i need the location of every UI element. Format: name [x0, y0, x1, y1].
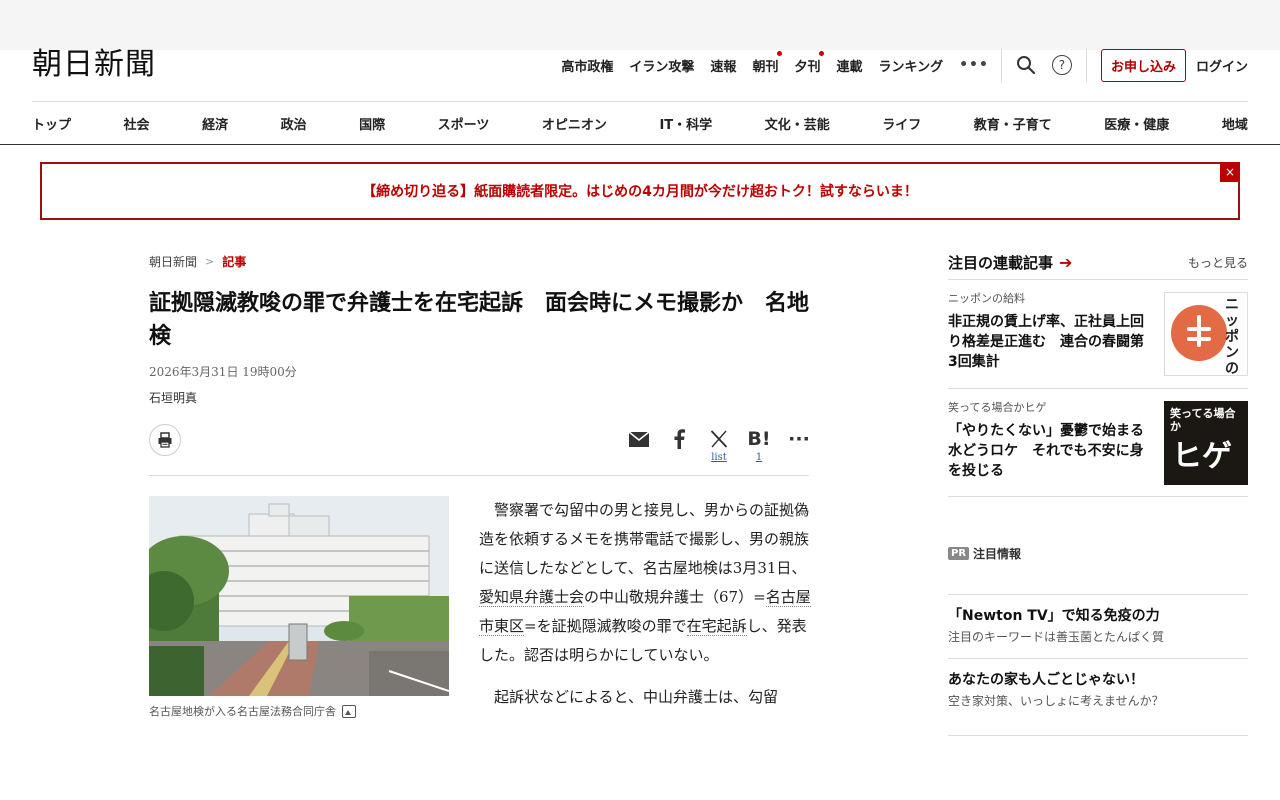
- hatena-bookmark-icon: B!: [747, 428, 771, 450]
- divider: [948, 735, 1248, 736]
- hatena-count[interactable]: 1: [756, 452, 762, 466]
- paragraph-text: =を証拠隠滅教唆の罪で: [524, 617, 687, 635]
- pr-item-title[interactable]: 「Newton TV」で知る免疫の力: [948, 606, 1248, 626]
- category-nav: トップ 社会 経済 政治 国際 スポーツ オピニオン IT・科学 文化・芸能 ラ…: [32, 102, 1248, 144]
- pr-item[interactable]: 「Newton TV」で知る免疫の力 注目のキーワードは善玉菌とたんぱく質: [948, 606, 1248, 645]
- divider: [948, 279, 1248, 280]
- series-item[interactable]: 笑ってる場合かヒゲ 「やりたくない」憂鬱で始まる水どうロケ それでも不安に身を投…: [948, 399, 1248, 489]
- mail-icon: [629, 426, 649, 452]
- nav-top[interactable]: トップ: [32, 114, 71, 133]
- more-icon: ···: [788, 428, 810, 450]
- breadcrumb-home[interactable]: 朝日新聞: [149, 253, 197, 270]
- series-title[interactable]: 非正規の賃上げ率、正社員上回り格差是正進む 連合の春闘第3回集計: [948, 312, 1153, 372]
- share-facebook[interactable]: [659, 426, 699, 466]
- login-link[interactable]: ログイン: [1196, 56, 1248, 75]
- toplink-ranking[interactable]: ランキング: [878, 56, 943, 75]
- toplink-morning-edition[interactable]: 朝刊: [752, 50, 783, 75]
- share-mail[interactable]: [619, 426, 659, 466]
- divider: [1000, 48, 1002, 82]
- series-item[interactable]: ニッポンの給料 非正規の賃上げ率、正社員上回り格差是正進む 連合の春闘第3回集計…: [948, 290, 1248, 380]
- subscribe-button[interactable]: お申し込み: [1100, 48, 1186, 82]
- keyword-link[interactable]: 愛知県弁護士会: [479, 588, 585, 607]
- search-icon[interactable]: [1014, 53, 1038, 77]
- article-body: 警察署で勾留中の男と接見し、男からの証拠偽造を依頼するメモを携帯電話で撮影し、男…: [479, 496, 812, 725]
- nav-education[interactable]: 教育・子育て: [974, 114, 1052, 133]
- pr-header: PR 注目情報: [948, 545, 1021, 562]
- nav-politics[interactable]: 政治: [281, 114, 307, 133]
- divider: [948, 658, 1248, 659]
- promo-banner-text[interactable]: 【締め切り迫る】紙面購読者限定。はじめの4カ月間が今だけ超おトク！試すならいま！: [362, 181, 918, 201]
- share-more[interactable]: ···: [779, 426, 819, 466]
- pr-item-subtitle[interactable]: 注目のキーワードは善玉菌とたんぱく質: [948, 628, 1248, 645]
- nav-culture[interactable]: 文化・芸能: [765, 114, 830, 133]
- pr-item-title[interactable]: あなたの家も人ごとじゃない！: [948, 670, 1248, 690]
- more-menu-icon[interactable]: •••: [959, 57, 989, 73]
- divider: [948, 594, 1248, 595]
- facebook-icon: [673, 426, 685, 452]
- featured-series-title[interactable]: 注目の連載記事 ➔: [948, 252, 1072, 273]
- promo-banner[interactable]: 【締め切り迫る】紙面購読者限定。はじめの4カ月間が今だけ超おトク！試すならいま！…: [40, 162, 1240, 220]
- divider: [948, 388, 1248, 389]
- series-title[interactable]: 「やりたくない」憂鬱で始まる水どうロケ それでも不安に身を投じる: [948, 421, 1153, 481]
- paragraph-text: 警察署で勾留中の男と接見し、男からの証拠偽造を依頼するメモを携帯電話で撮影し、男…: [479, 501, 810, 577]
- keyword-link[interactable]: 在宅起訴: [686, 617, 747, 636]
- image-icon[interactable]: [342, 704, 356, 718]
- pr-item[interactable]: あなたの家も人ごとじゃない！ 空き家対策、いっしょに考えませんか？: [948, 670, 1248, 709]
- nav-economy[interactable]: 経済: [202, 114, 228, 133]
- header-top-links: 高市政権 イラン攻撃 速報 朝刊 夕刊 連載 ランキング ••• ? お申し込み…: [545, 48, 1248, 82]
- article-title: 証拠隠滅教唆の罪で弁護士を在宅起訴 面会時にメモ撮影か 名地検: [149, 291, 810, 349]
- breadcrumb-separator: >: [205, 255, 215, 268]
- divider: [948, 496, 1248, 497]
- close-icon[interactable]: ×: [1220, 162, 1240, 182]
- pr-title: 注目情報: [973, 547, 1022, 561]
- divider: [149, 475, 809, 476]
- photo-caption-text: 名古屋地検が入る名古屋法務合同庁舎: [149, 705, 336, 718]
- series-thumbnail-text: ニッポンの給料: [1225, 297, 1239, 376]
- nav-region[interactable]: 地域: [1222, 114, 1248, 133]
- breadcrumb: 朝日新聞 > 記事: [149, 253, 246, 270]
- asahi-logo[interactable]: 朝日新聞: [32, 47, 156, 83]
- share-x[interactable]: list: [699, 426, 739, 466]
- arrow-right-icon: ➔: [1059, 253, 1073, 272]
- browser-top-strip: [0, 0, 1280, 50]
- divider: [1085, 48, 1087, 82]
- nav-it-science[interactable]: IT・科学: [659, 114, 712, 133]
- new-dot: [777, 50, 783, 56]
- toplink-series[interactable]: 連載: [836, 56, 862, 75]
- nav-sports[interactable]: スポーツ: [438, 114, 490, 133]
- toplink-iran[interactable]: イラン攻撃: [629, 56, 694, 75]
- nav-society[interactable]: 社会: [124, 114, 150, 133]
- print-icon[interactable]: [149, 424, 181, 456]
- article-photo[interactable]: [149, 496, 449, 696]
- series-thumbnail-caption: 笑ってる場合か: [1170, 407, 1236, 433]
- toplink-breaking[interactable]: 速報: [710, 56, 736, 75]
- article-paragraph: 警察署で勾留中の男と接見し、男からの証拠偽造を依頼するメモを携帯電話で撮影し、男…: [479, 496, 812, 670]
- article-date: 2026年3月31日 19時00分: [149, 365, 297, 379]
- share-hatena[interactable]: B! 1: [739, 426, 779, 466]
- nav-life[interactable]: ライフ: [882, 114, 921, 133]
- paragraph-text: の中山敬規弁護士（67）=: [584, 588, 766, 606]
- article-paragraph: 起訴状などによると、中山弁護士は、勾留: [494, 688, 778, 706]
- new-dot: [819, 50, 825, 56]
- see-more-link[interactable]: もっと見る: [1188, 254, 1248, 271]
- pr-item-subtitle[interactable]: 空き家対策、いっしょに考えませんか？: [948, 692, 1248, 709]
- series-thumbnail-text: ヒゲ: [1172, 439, 1232, 474]
- series-thumbnail[interactable]: ニッポンの給料: [1164, 292, 1248, 376]
- breadcrumb-current: 記事: [222, 255, 247, 269]
- photo-caption: 名古屋地検が入る名古屋法務合同庁舎: [149, 703, 356, 719]
- series-thumbnail[interactable]: 笑ってる場合か ヒゲ: [1164, 401, 1248, 485]
- nav-health[interactable]: 医療・健康: [1104, 114, 1169, 133]
- toplink-evening-edition[interactable]: 夕刊: [794, 50, 825, 75]
- divider: [0, 144, 1280, 145]
- nav-opinion[interactable]: オピニオン: [542, 114, 607, 133]
- share-bar: list B! 1 ···: [619, 426, 819, 466]
- x-icon: [710, 426, 728, 452]
- x-list-link[interactable]: list: [711, 452, 727, 466]
- article-author[interactable]: 石垣明真: [149, 389, 197, 406]
- toplink-takaichi[interactable]: 高市政権: [561, 56, 613, 75]
- featured-series-header: 注目の連載記事 ➔ もっと見る: [948, 252, 1248, 273]
- nav-international[interactable]: 国際: [359, 114, 385, 133]
- pr-badge: PR: [948, 547, 970, 560]
- help-icon[interactable]: ?: [1050, 53, 1074, 77]
